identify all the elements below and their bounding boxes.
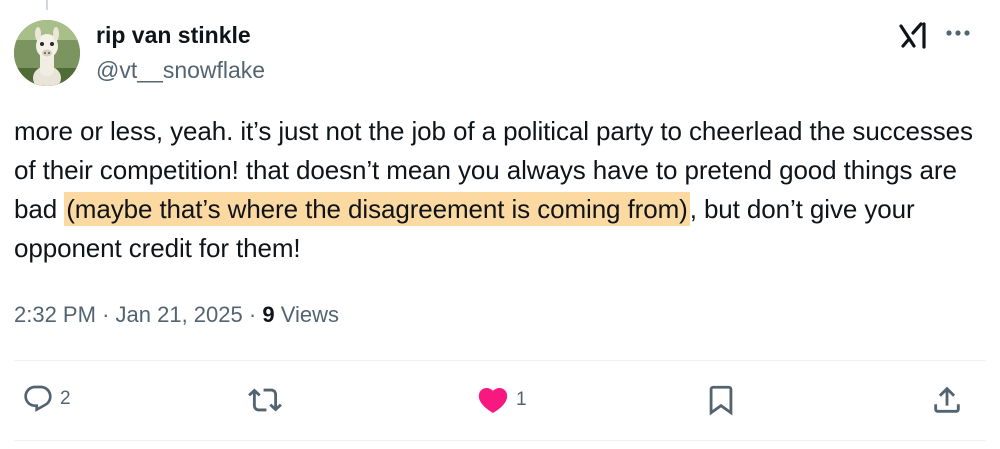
retweet-button[interactable] [248, 383, 282, 417]
heart-icon [478, 387, 508, 413]
tweet-metadata: 2:32 PM · Jan 21, 2025 · 9 Views [14, 302, 339, 328]
author-handle[interactable]: @vt__snowflake [96, 57, 265, 84]
divider [14, 440, 986, 441]
tweet-time[interactable]: 2:32 PM [14, 302, 96, 327]
tweet-date[interactable]: Jan 21, 2025 [116, 302, 243, 327]
more-options-button[interactable] [940, 18, 976, 48]
views-label: Views [280, 302, 339, 327]
tweet-text: more or less, yeah. it’s just not the jo… [14, 112, 986, 268]
retweet-icon [248, 388, 282, 412]
like-count: 1 [516, 389, 527, 410]
alpaca-avatar-image [14, 20, 80, 86]
like-button[interactable]: 1 [476, 383, 527, 417]
author-display-name[interactable]: rip van stinkle [96, 22, 251, 49]
avatar[interactable] [14, 20, 80, 86]
share-icon [934, 386, 960, 413]
bookmark-button[interactable] [704, 383, 738, 417]
thread-connector-line [46, 0, 48, 10]
reply-button[interactable]: 2 [22, 383, 71, 415]
tweet-text-highlight: (maybe that’s where the disagreement is … [64, 192, 690, 226]
views-count: 9 [262, 302, 275, 327]
grok-logo-icon[interactable] [898, 20, 930, 52]
reply-icon [24, 385, 52, 412]
share-button[interactable] [930, 383, 964, 417]
divider [14, 360, 986, 361]
meta-separator: · [102, 302, 110, 327]
bookmark-icon [709, 385, 733, 416]
more-options-icon [946, 30, 970, 36]
meta-separator: · [248, 302, 257, 327]
reply-count: 2 [60, 388, 71, 409]
